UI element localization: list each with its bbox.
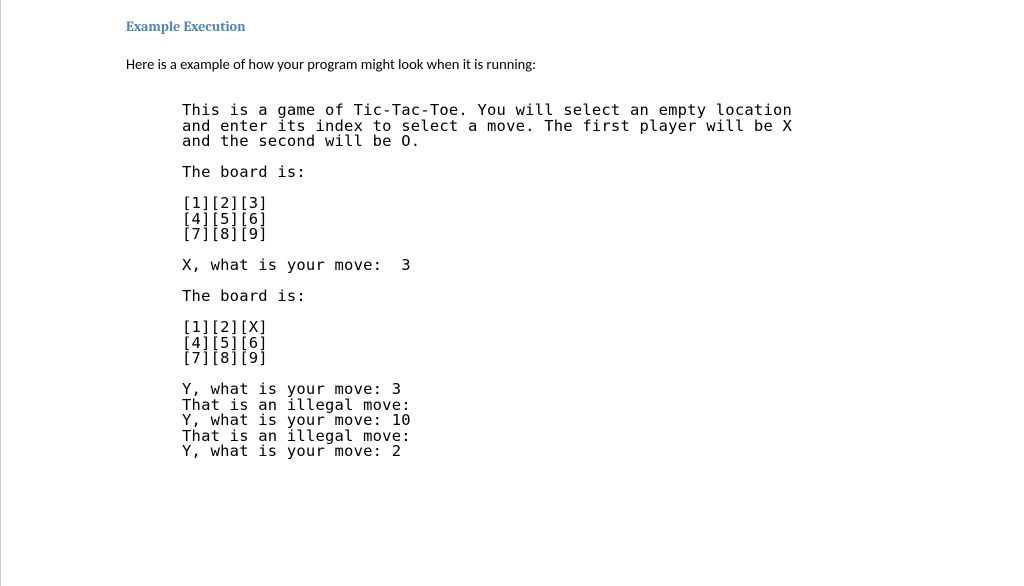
intro-paragraph: Here is a example of how your program mi… xyxy=(126,55,984,73)
section-heading: Example Execution xyxy=(126,18,984,35)
document-content: Example Execution Here is a example of h… xyxy=(1,18,1024,460)
example-execution-code: This is a game of Tic-Tac-Toe. You will … xyxy=(126,103,984,460)
